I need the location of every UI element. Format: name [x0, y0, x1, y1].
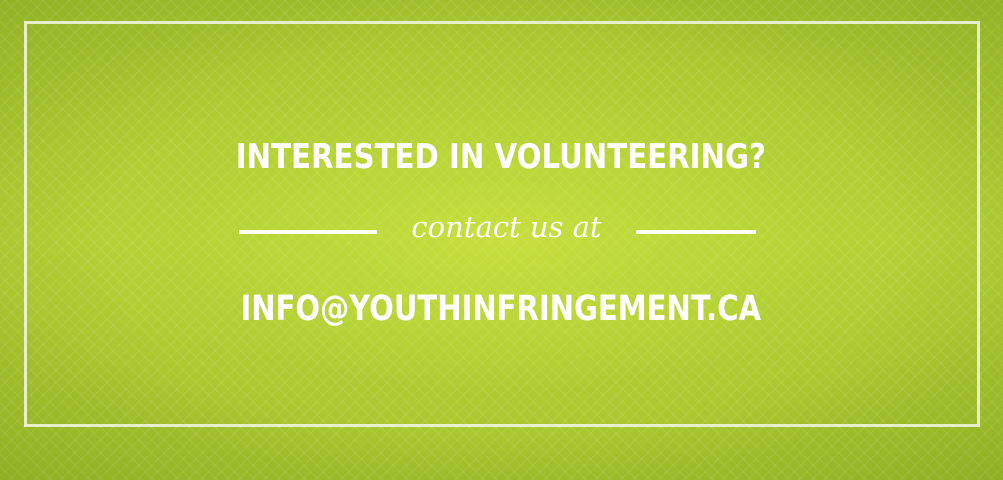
divider-left-rule — [239, 230, 377, 234]
headline: INTERESTED IN VOLUNTEERING? — [235, 137, 766, 177]
contact-email: INFO@YOUTHINFRINGEMENT.CA — [240, 289, 762, 329]
contact-subline: contact us at — [411, 210, 602, 244]
divider-right-rule — [636, 230, 756, 234]
volunteer-banner: INTERESTED IN VOLUNTEERING? contact us a… — [0, 0, 1003, 480]
divider-row: contact us at — [0, 205, 1003, 249]
